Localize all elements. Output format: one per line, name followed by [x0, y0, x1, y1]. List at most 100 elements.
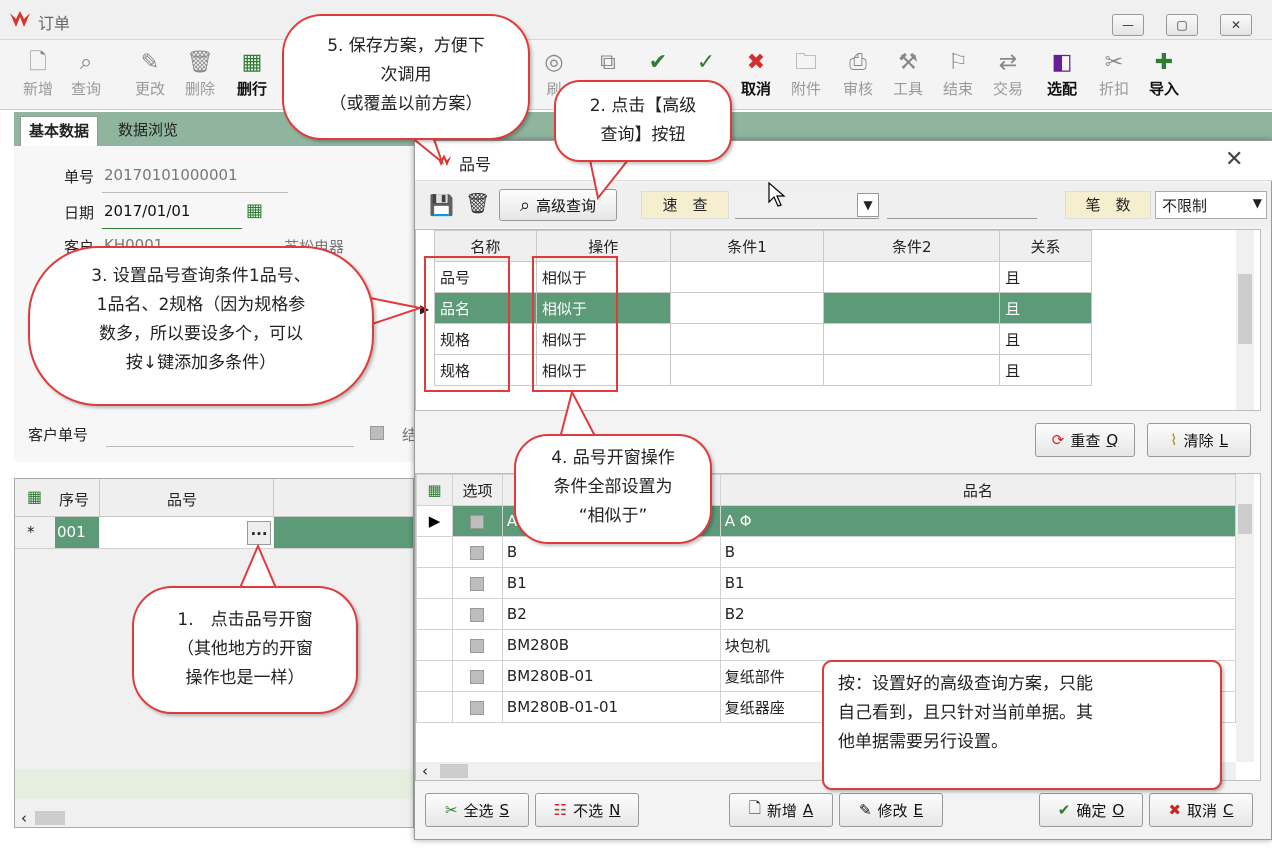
tb-cancel-button[interactable]: ✖ 取消: [734, 48, 778, 108]
item-code-cell[interactable]: B2: [501, 598, 721, 630]
grid-settings-icon[interactable]: ▦: [27, 487, 42, 506]
result-row[interactable]: BM280B 块包机: [416, 629, 1237, 661]
new-item-button[interactable]: 🗋 新增 A: [729, 793, 833, 827]
result-grid-settings-icon[interactable]: ▦: [416, 474, 453, 506]
maximize-button[interactable]: ▢: [1166, 14, 1198, 36]
scroll-left-icon[interactable]: ‹: [422, 762, 428, 780]
highlight-name-column: [424, 256, 510, 392]
row-checkbox[interactable]: [451, 505, 503, 537]
col-seq-header[interactable]: 序号: [59, 489, 89, 510]
row-checkbox[interactable]: [451, 629, 503, 661]
tb-finish-button[interactable]: ⚐ 结束: [936, 48, 980, 108]
cond-value1-input[interactable]: [669, 292, 825, 324]
tab-data-browse[interactable]: 数据浏览: [110, 116, 186, 146]
cond-rel-cell[interactable]: 且: [999, 354, 1092, 386]
tb-query-button[interactable]: ⌕ 查询: [64, 48, 108, 108]
cond-value2-cell[interactable]: [823, 323, 1001, 355]
item-name-cell[interactable]: 块包机: [719, 629, 1237, 661]
approve-check-icon: ✔: [648, 50, 668, 75]
tb-edit-button[interactable]: ✎ 更改: [128, 48, 172, 108]
settle-checkbox[interactable]: [370, 426, 384, 440]
cond-value1-cell[interactable]: [669, 323, 825, 355]
count-select[interactable]: 不限制 ▼: [1155, 191, 1267, 219]
tb-config-button[interactable]: ◧ 选配: [1040, 48, 1084, 108]
tb-attach-button[interactable]: 🗀 附件: [784, 48, 828, 108]
new-doc-icon: 🗋: [29, 50, 47, 75]
tb-trade-button[interactable]: ⇄ 交易: [986, 48, 1030, 108]
quick-search-input[interactable]: [887, 191, 1037, 219]
tb-delete-button[interactable]: 🗑 删除: [178, 48, 222, 108]
tb-delete-row-button[interactable]: ▦ 删行: [230, 48, 274, 108]
requery-button[interactable]: ⟳ 重查 Q: [1035, 423, 1135, 457]
date-label: 日期: [64, 204, 95, 222]
callout-save-scheme: 5. 保存方案，方便下 次调用 （或覆盖以前方案）: [282, 14, 530, 140]
item-code-cell[interactable]: BM280B-01-01: [501, 691, 721, 723]
count-label: 笔 数: [1065, 191, 1151, 219]
callout-set-conditions: 3. 设置品号查询条件1品号、 1品名、2规格（因为规格参 数多，所以要设多个，…: [28, 246, 374, 406]
tab-basic-data[interactable]: 基本数据: [20, 116, 99, 146]
cancel-x-icon: ✖: [746, 50, 766, 75]
col-cond2-header: 条件2: [823, 230, 1001, 262]
col-item-header[interactable]: 品号: [167, 489, 197, 510]
callout-advanced-query: 2. 点击【高级 查询】按钮: [554, 80, 732, 162]
left-grid-hscroll[interactable]: ‹: [15, 809, 413, 827]
check-icon: ✓: [696, 50, 716, 75]
tb-import-button[interactable]: ✚ 导入: [1142, 48, 1186, 108]
order-no-value[interactable]: 20170101000001: [104, 166, 238, 184]
cond-rel-cell[interactable]: 且: [999, 261, 1092, 293]
edit-item-button[interactable]: ✎ 修改 E: [839, 793, 943, 827]
row-seq-cell[interactable]: 001: [55, 517, 99, 548]
select-all-button[interactable]: ✂ 全选 S: [425, 793, 529, 827]
advanced-query-button[interactable]: ⌕ 高级查询: [499, 189, 617, 221]
quick-search-label: 速 查: [641, 191, 729, 219]
dropdown-arrow-icon[interactable]: ▼: [857, 193, 879, 217]
date-value[interactable]: 2017/01/01: [104, 202, 190, 220]
save-scheme-icon[interactable]: 💾: [429, 193, 454, 217]
item-code-cell[interactable]: BM280B-01: [501, 660, 721, 692]
tb-discount-button[interactable]: ✂ 折扣: [1092, 48, 1136, 108]
cancel-button[interactable]: ✖ 取消 C: [1149, 793, 1253, 827]
row-checkbox[interactable]: [451, 536, 503, 568]
row-checkbox[interactable]: [451, 660, 503, 692]
cond-value2-cell[interactable]: [823, 261, 1001, 293]
cond-value1-cell[interactable]: [669, 261, 825, 293]
condition-vscroll[interactable]: [1236, 230, 1254, 410]
clear-button[interactable]: ⌇ 清除 L: [1147, 423, 1251, 457]
tb-audit-button[interactable]: ⎙ 审核: [836, 48, 880, 108]
row-checkbox[interactable]: [451, 598, 503, 630]
ok-button[interactable]: ✔ 确定 O: [1039, 793, 1143, 827]
scroll-left-icon[interactable]: ‹: [21, 809, 27, 827]
tb-tools-button[interactable]: ⚒ 工具: [886, 48, 930, 108]
cond-rel-cell[interactable]: 且: [999, 323, 1092, 355]
result-row[interactable]: B1 B1: [416, 567, 1237, 599]
item-code-cell[interactable]: BM280B: [501, 629, 721, 661]
dialog-close-icon[interactable]: ✕: [1225, 147, 1243, 172]
cond-value1-cell[interactable]: [669, 354, 825, 386]
result-vscroll[interactable]: [1236, 474, 1254, 762]
grid-row[interactable]: * 001 ...: [15, 517, 413, 549]
item-name-cell[interactable]: A Φ: [719, 505, 1237, 537]
count-value: 不限制: [1162, 197, 1208, 215]
col-desc-header[interactable]: 品名: [719, 474, 1237, 506]
item-lookup-button[interactable]: ...: [247, 521, 271, 545]
select-none-button[interactable]: ☷ 不选 N: [535, 793, 639, 827]
cond-value2-cell[interactable]: [823, 354, 1001, 386]
flag-icon: ⚐: [948, 50, 968, 75]
delete-scheme-icon[interactable]: 🗑: [465, 191, 490, 215]
minimize-button[interactable]: —: [1112, 14, 1144, 36]
cond-value2-cell[interactable]: [823, 292, 1001, 324]
item-name-cell[interactable]: B1: [719, 567, 1237, 599]
item-name-cell[interactable]: B: [719, 536, 1237, 568]
col-select-header[interactable]: 选项: [451, 474, 503, 506]
row-checkbox[interactable]: [451, 691, 503, 723]
pencil-icon: ✎: [140, 50, 160, 75]
calendar-icon[interactable]: ▦: [246, 200, 263, 221]
row-checkbox[interactable]: [451, 567, 503, 599]
close-button[interactable]: ✕: [1220, 14, 1252, 36]
trade-icon: ⇄: [998, 50, 1018, 75]
result-row[interactable]: B2 B2: [416, 598, 1237, 630]
item-name-cell[interactable]: B2: [719, 598, 1237, 630]
item-code-cell[interactable]: B1: [501, 567, 721, 599]
tb-new-button[interactable]: 🗋 新增: [16, 48, 60, 108]
cond-rel-cell[interactable]: 且: [999, 292, 1092, 324]
